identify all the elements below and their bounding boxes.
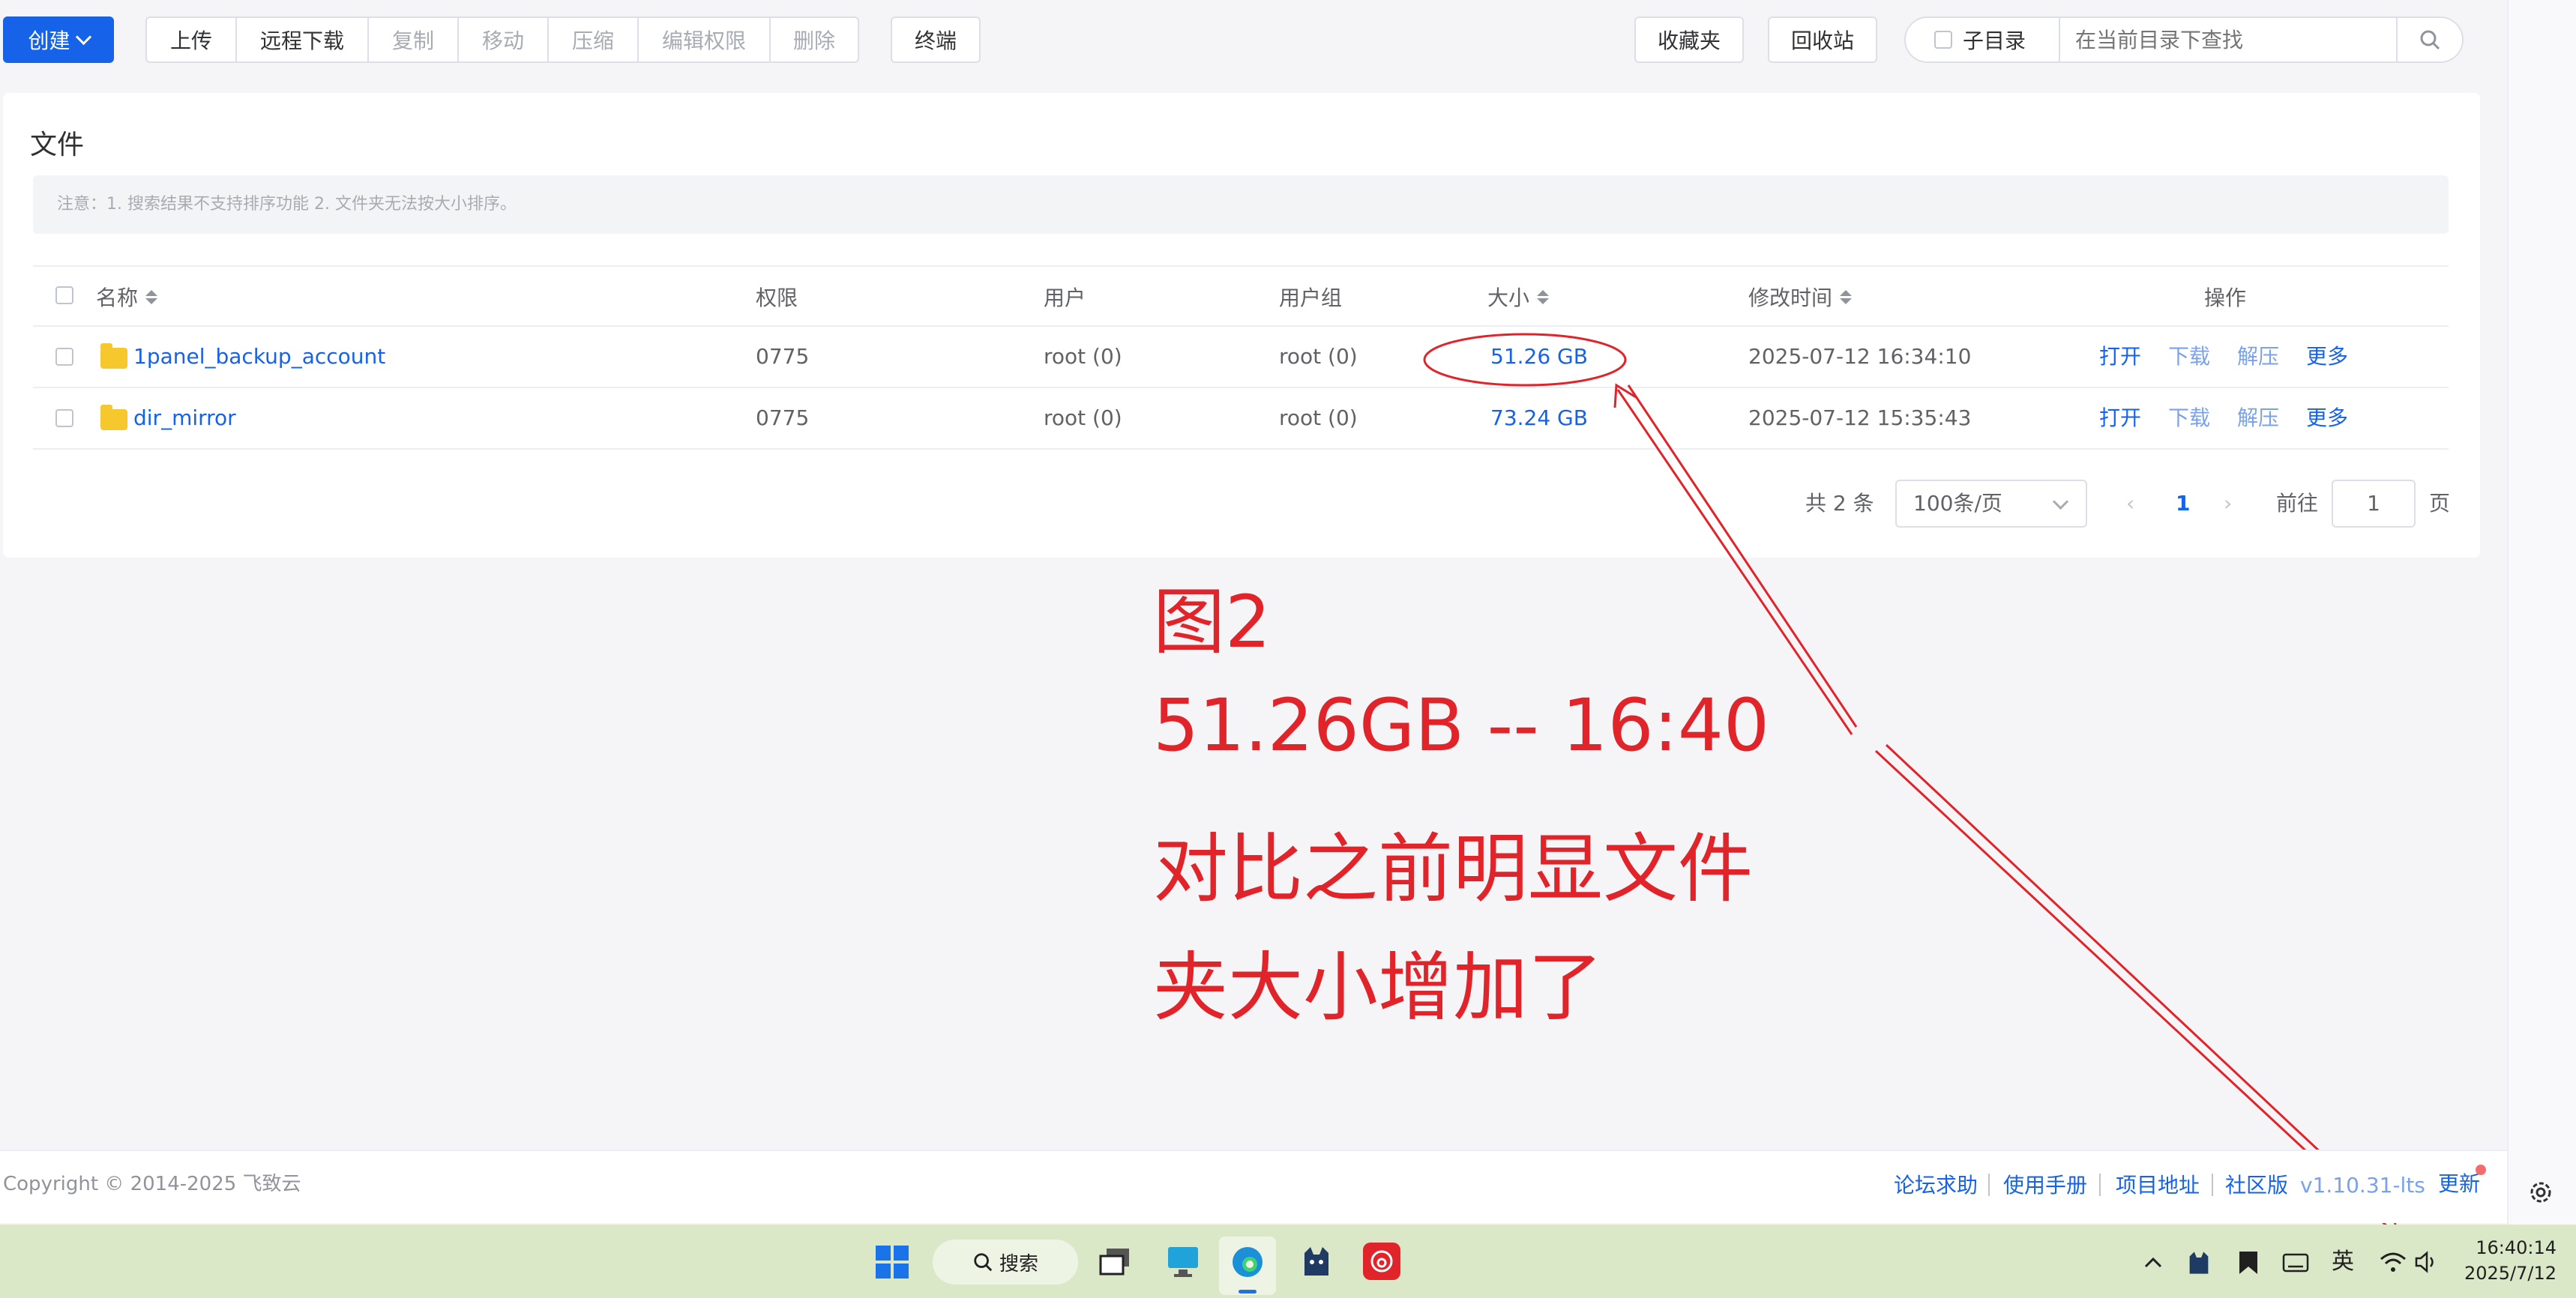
ime-indicator[interactable]: 英 [2332,1247,2354,1277]
settings-gear-icon[interactable] [2527,1178,2555,1207]
annotation-line4: 夹大小增加了 [1153,944,1603,1031]
volume-icon[interactable] [2414,1250,2438,1274]
music-logo-icon [1370,1250,1393,1273]
edge-logo-icon [1233,1247,1263,1277]
clock-time: 16:40:14 [2476,1237,2557,1258]
annotation-overlay [1423,333,2576,1298]
search-icon [974,1253,993,1272]
active-app-indicator [1239,1290,1257,1294]
wifi-icon[interactable] [2380,1250,2407,1274]
taskbar-search-label: 搜索 [999,1252,1038,1276]
update-dot [2476,1165,2486,1175]
clock-date: 2025/7/12 [2464,1263,2557,1284]
desktop-app-icon[interactable] [1165,1244,1201,1279]
windows-start-icon[interactable] [874,1244,910,1280]
annotation-title: 图2 [1153,580,1272,664]
annotation-size-time: 51.26GB -- 16:40 [1153,683,1770,767]
forum-link[interactable]: 论坛求助 [1894,1171,1978,1201]
size-highlight-ellipse [1423,333,1627,387]
tray-cat-icon[interactable] [2186,1250,2212,1276]
cat-app-icon[interactable] [1300,1246,1333,1277]
keyboard-icon[interactable] [2282,1253,2309,1273]
manual-link[interactable]: 使用手册 [2003,1171,2087,1201]
edge-browser-icon[interactable] [1219,1237,1276,1295]
annotation-line3: 对比之前明显文件 [1153,825,1753,913]
taskbar-search-button[interactable]: 搜索 [933,1240,1078,1285]
netease-music-icon[interactable] [1363,1243,1400,1280]
update-link[interactable]: 更新 [2438,1169,2480,1199]
version-link[interactable]: v1.10.31-lts [2300,1171,2425,1201]
tray-bookmark-icon[interactable] [2237,1250,2260,1276]
edition-link[interactable]: 社区版 [2225,1171,2288,1201]
right-sidebar-strip [2507,0,2576,1225]
copyright-text: Copyright © 2014-2025 飞致云 [3,1173,301,1195]
project-link[interactable]: 项目地址 [2116,1171,2200,1201]
task-view-icon[interactable] [1099,1247,1132,1277]
tray-overflow-chevron-icon[interactable] [2143,1253,2164,1271]
clock[interactable]: 16:40:14 2025/7/12 [2444,1235,2557,1291]
